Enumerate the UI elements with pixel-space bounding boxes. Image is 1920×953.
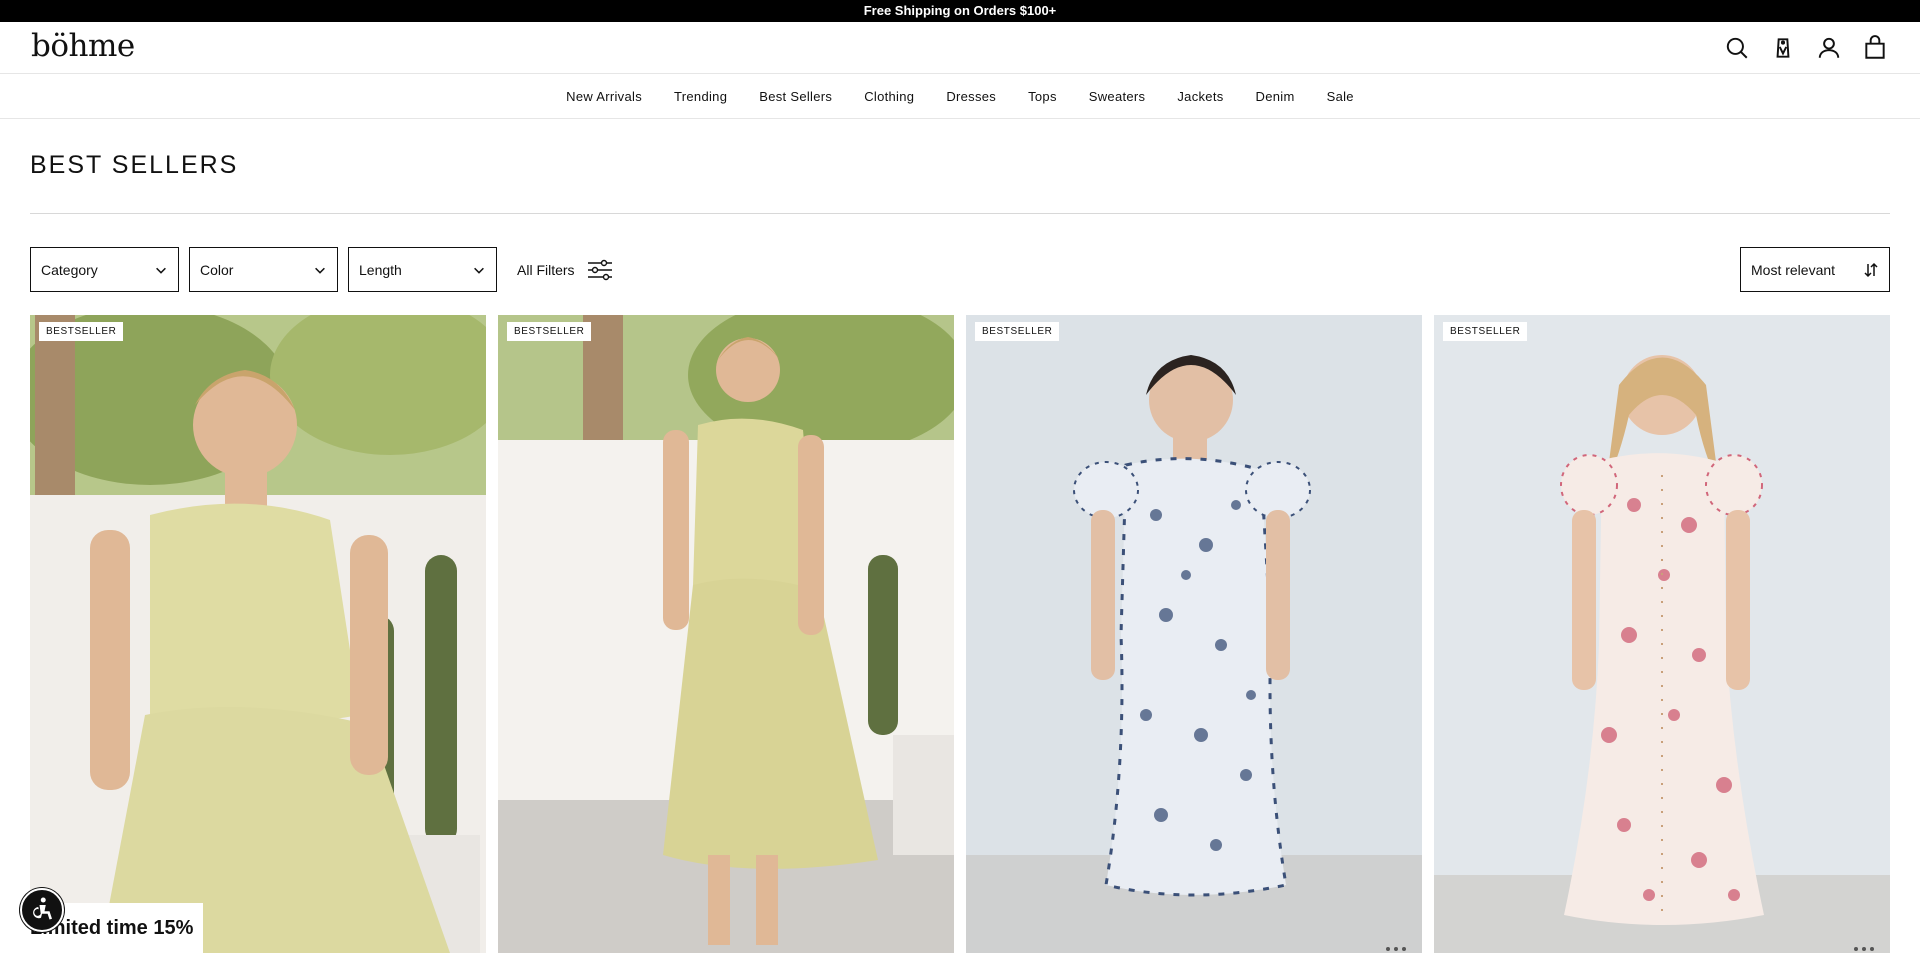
all-filters-label: All Filters <box>517 261 575 278</box>
promo-text: Free Shipping on Orders $100+ <box>863 3 1057 18</box>
account-icon[interactable] <box>1815 34 1843 62</box>
nav-tops[interactable]: Tops <box>1028 89 1057 104</box>
cart-bag-icon[interactable] <box>1861 34 1889 62</box>
bestseller-badge: BESTSELLER <box>1443 322 1528 341</box>
site-header: böhme <box>0 22 1920 74</box>
product-card[interactable]: BESTSELLER <box>1434 315 1890 953</box>
category-filter-dropdown[interactable]: Category <box>30 247 179 292</box>
nav-jackets[interactable]: Jackets <box>1177 89 1223 104</box>
nav-denim[interactable]: Denim <box>1256 89 1295 104</box>
product-card[interactable]: BESTSELLER <box>498 315 954 953</box>
title-divider <box>30 213 1890 214</box>
nav-sweaters[interactable]: Sweaters <box>1089 89 1146 104</box>
product-image <box>966 315 1422 953</box>
search-icon[interactable] <box>1723 34 1751 62</box>
category-filter-label: Category <box>41 261 98 278</box>
color-filter-dropdown[interactable]: Color <box>189 247 338 292</box>
chevron-down-icon <box>474 267 484 274</box>
chevron-down-icon <box>156 267 166 274</box>
product-image <box>30 315 486 953</box>
chevron-down-icon <box>315 267 325 274</box>
length-filter-dropdown[interactable]: Length <box>348 247 497 292</box>
nav-dresses[interactable]: Dresses <box>946 89 996 104</box>
brand-logo[interactable]: böhme <box>31 28 135 64</box>
nav-best-sellers[interactable]: Best Sellers <box>759 89 832 104</box>
filter-sliders-icon <box>587 259 612 280</box>
nav-sale[interactable]: Sale <box>1327 89 1354 104</box>
sort-label: Most relevant <box>1751 261 1836 278</box>
color-filter-label: Color <box>200 261 234 278</box>
product-card[interactable]: BESTSELLER <box>30 315 486 953</box>
sort-dropdown[interactable]: Most relevant <box>1740 247 1890 292</box>
nav-trending[interactable]: Trending <box>674 89 727 104</box>
accessibility-icon[interactable] <box>20 888 64 932</box>
promo-bar: Free Shipping on Orders $100+ <box>0 0 1920 22</box>
all-filters-button[interactable]: All Filters <box>517 259 613 281</box>
bestseller-badge: BESTSELLER <box>975 322 1060 341</box>
product-image <box>498 315 954 953</box>
wishlist-tag-icon[interactable] <box>1769 34 1797 62</box>
main-nav: New Arrivals Trending Best Sellers Cloth… <box>0 74 1920 119</box>
header-icons <box>1723 34 1889 62</box>
sort-arrows-icon <box>1864 262 1878 277</box>
product-image <box>1434 315 1890 953</box>
nav-new-arrivals[interactable]: New Arrivals <box>566 89 642 104</box>
product-grid: BESTSELLER BESTSELLER BESTSELLER BESTSEL… <box>30 315 1890 953</box>
image-carousel-dots[interactable] <box>1854 947 1874 951</box>
nav-clothing[interactable]: Clothing <box>864 89 914 104</box>
image-carousel-dots[interactable] <box>1386 947 1406 951</box>
bestseller-badge: BESTSELLER <box>39 322 124 341</box>
filter-bar: Category Color Length All Filters <box>30 247 613 292</box>
bestseller-badge: BESTSELLER <box>507 322 592 341</box>
product-card[interactable]: BESTSELLER <box>966 315 1422 953</box>
page-title: BEST SELLERS <box>30 151 239 179</box>
length-filter-label: Length <box>359 261 402 278</box>
